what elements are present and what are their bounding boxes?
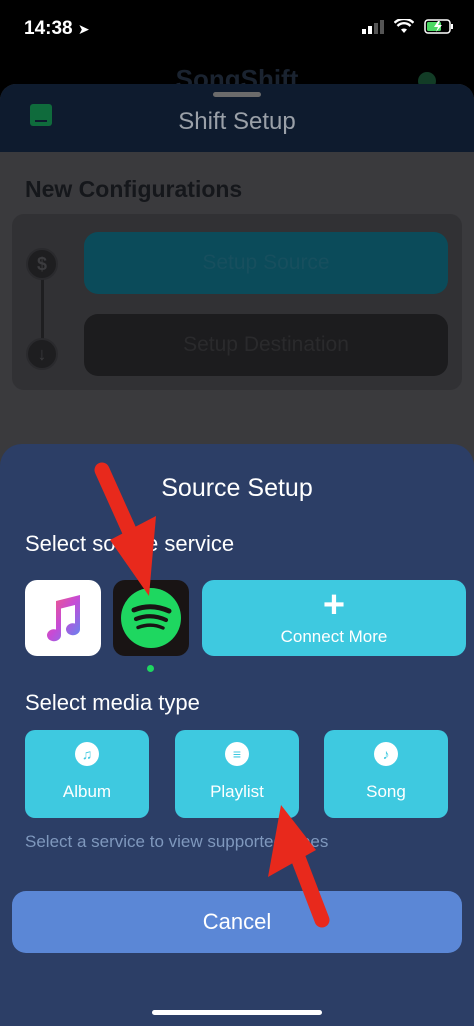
sheet-grabber[interactable] [213, 92, 261, 97]
connect-more-button[interactable]: + Connect More [202, 580, 466, 656]
spotify-button[interactable] [113, 580, 189, 656]
home-indicator[interactable] [152, 1010, 322, 1015]
music-note-icon: ♪ [374, 742, 398, 766]
media-type-song[interactable]: ♪ Song [324, 730, 448, 818]
media-type-label-song: Song [366, 782, 406, 801]
status-time: 14:38 ➤ [24, 18, 90, 39]
media-type-album[interactable]: ♫ Album [25, 730, 149, 818]
plus-icon: + [322, 584, 346, 626]
cellular-signal-icon [362, 19, 384, 34]
apple-music-icon [47, 595, 81, 642]
source-setup-sheet: Source Setup Select source service + Con… [0, 444, 474, 1026]
location-arrow-icon: ➤ [77, 21, 90, 37]
playlist-icon: ≡ [225, 742, 249, 766]
music-note-icon: ♫ [75, 742, 99, 766]
service-label: Select source service [25, 531, 235, 556]
media-type-playlist[interactable]: ≡ Playlist [175, 730, 299, 818]
wifi-icon [394, 19, 414, 33]
setup-title: Shift Setup [178, 108, 296, 135]
spotify-icon [121, 588, 181, 648]
media-type-label: Select media type [25, 690, 200, 715]
selected-service-indicator [147, 665, 154, 672]
setup-source-button[interactable]: Setup Source [84, 232, 448, 294]
destination-step-icon: ↓ [26, 338, 58, 370]
new-configurations-heading: New Configurations [25, 176, 243, 202]
status-icons [362, 19, 454, 34]
apple-music-button[interactable] [25, 580, 101, 656]
setup-destination-button[interactable]: Setup Destination [84, 314, 448, 376]
media-type-label-album: Album [62, 782, 112, 801]
hint-text: Select a service to view supported types [25, 832, 329, 851]
sheet-title: Source Setup [161, 474, 313, 502]
cancel-button[interactable]: Cancel [12, 891, 462, 953]
source-step-icon: $ [26, 248, 58, 280]
battery-charging-icon [424, 19, 453, 34]
media-type-label-playlist: Playlist [210, 782, 264, 801]
step-connector [41, 276, 44, 340]
connect-more-label: Connect More [280, 627, 388, 646]
